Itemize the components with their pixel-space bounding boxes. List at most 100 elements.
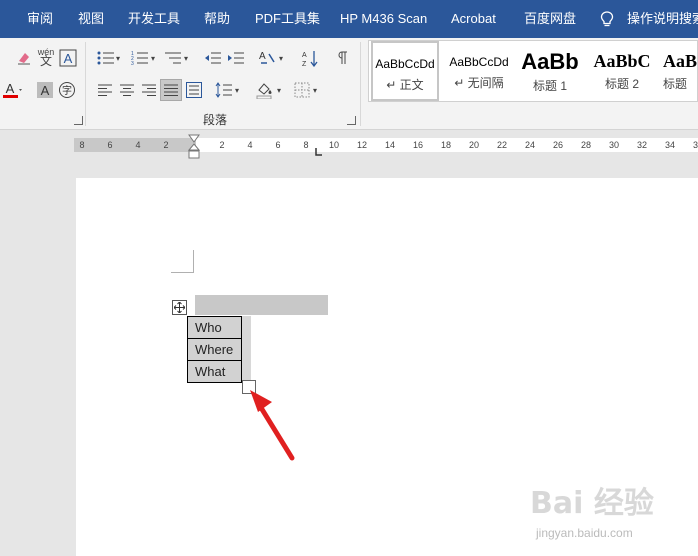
style-name: ↵ 正文 — [386, 78, 424, 92]
group-separator — [85, 42, 86, 126]
line-spacing-icon[interactable] — [214, 80, 234, 100]
align-right-icon[interactable] — [139, 80, 159, 100]
selection-shade-side — [241, 316, 251, 380]
paragraph-dialog-launcher-icon[interactable] — [347, 116, 356, 125]
tab-help[interactable]: 帮助 — [204, 0, 230, 38]
red-arrow-annotation — [250, 390, 295, 461]
style-sample: AaBbCcDd — [449, 55, 509, 69]
ruler-tick-label: 2 — [219, 140, 225, 150]
numbering-dropdown-icon[interactable]: ▾ — [148, 48, 158, 68]
style-heading-2[interactable]: AaBbC 标题 2 — [591, 41, 653, 101]
svg-text:A: A — [302, 52, 307, 59]
multilevel-dropdown-icon[interactable]: ▾ — [181, 48, 191, 68]
style-sample: AaBb — [521, 49, 579, 74]
font-dialog-launcher-icon[interactable] — [74, 116, 83, 125]
phonetic-guide-icon[interactable]: wén 文 — [36, 47, 56, 68]
ruler-tick-label: 28 — [580, 140, 592, 150]
ruler-tick-label: 8 — [79, 140, 85, 150]
align-left-icon[interactable] — [95, 80, 115, 100]
character-shading-icon[interactable]: A — [35, 80, 55, 100]
font-color-icon[interactable]: A — [2, 80, 22, 100]
group-separator — [360, 42, 361, 126]
tab-acrobat[interactable]: Acrobat — [451, 0, 496, 38]
svg-text:A: A — [41, 83, 50, 98]
borders-dropdown-icon[interactable]: ▾ — [310, 80, 320, 100]
style-name: ↵ 无间隔 — [454, 76, 504, 90]
shading-icon[interactable] — [255, 80, 275, 100]
lightbulb-icon — [600, 11, 614, 27]
styles-gallery: AaBbCcDd ↵ 正文 AaBbCcDd ↵ 无间隔 AaBb 标题 1 A… — [368, 40, 698, 102]
sort-icon[interactable]: AZ — [300, 48, 320, 68]
tell-me-search[interactable]: 操作说明搜索 — [627, 0, 698, 38]
tab-review[interactable]: 审阅 — [27, 0, 53, 38]
svg-text:A: A — [259, 51, 266, 62]
ruler-tick-label: 26 — [552, 140, 564, 150]
ruler-tick-label: 24 — [524, 140, 536, 150]
horizontal-ruler-area: 864224681012141618202224262830323436 — [0, 131, 698, 159]
style-name: 标题 1 — [532, 79, 567, 93]
borders-icon[interactable] — [292, 80, 312, 100]
phonetic-guide-char: 文 — [39, 54, 52, 68]
bullets-dropdown-icon[interactable]: ▾ — [113, 48, 123, 68]
svg-text:3: 3 — [131, 61, 134, 66]
align-center-icon[interactable] — [117, 80, 137, 100]
clear-formatting-icon[interactable] — [14, 48, 34, 68]
table-cell[interactable]: Where — [187, 338, 242, 361]
ruler-tick-label: 2 — [163, 140, 169, 150]
indent-marker-icon[interactable] — [188, 134, 200, 160]
table-row: Where — [187, 338, 242, 361]
style-sample: AaBbC — [593, 51, 651, 71]
ruler-tick-label: 8 — [303, 140, 309, 150]
enclose-characters-icon[interactable]: 字 — [57, 80, 77, 100]
tab-baidu-netdisk[interactable]: 百度网盘 — [524, 0, 576, 38]
multilevel-list-icon[interactable] — [163, 48, 183, 68]
line-spacing-dropdown-icon[interactable]: ▾ — [232, 80, 242, 100]
svg-text:字: 字 — [62, 84, 72, 97]
distributed-icon[interactable] — [184, 80, 204, 100]
table-cell[interactable]: Who — [187, 316, 242, 339]
style-sample: AaBbCcDd — [375, 57, 435, 71]
character-border-icon[interactable]: A — [58, 48, 78, 68]
ruler-tick-label: 36 — [692, 140, 698, 150]
show-formatting-marks-icon[interactable] — [333, 48, 353, 68]
table-cell[interactable]: What — [187, 360, 242, 383]
ruler-tick-label: 22 — [496, 140, 508, 150]
shading-dropdown-icon[interactable]: ▾ — [274, 80, 284, 100]
table-row: Who — [187, 316, 242, 339]
style-heading-1[interactable]: AaBb 标题 1 — [519, 41, 581, 101]
tab-developer[interactable]: 开发工具 — [128, 0, 180, 38]
ribbon-home: wén 文 A A A 字 ▾ 123 ▾ ▾ A ▾ AZ ▾ ▾ ▾ 段落 … — [0, 38, 698, 130]
ruler-tick-label: 6 — [275, 140, 281, 150]
decrease-indent-icon[interactable] — [203, 48, 223, 68]
chinese-layout-dropdown-icon[interactable]: ▾ — [276, 48, 286, 68]
svg-text:A: A — [6, 81, 15, 96]
tab-stop-icon[interactable] — [315, 148, 323, 156]
watermark-url: jingyan.baidu.com — [536, 526, 633, 540]
ruler-tick-label: 6 — [107, 140, 113, 150]
chinese-layout-icon[interactable]: A — [257, 48, 277, 68]
table-row: What — [187, 360, 242, 383]
ruler-tick-label: 20 — [468, 140, 480, 150]
style-sample: AaB — [663, 51, 698, 71]
ruler-tick-label: 30 — [608, 140, 620, 150]
justify-icon[interactable] — [160, 79, 182, 101]
selection-shade-top — [195, 295, 328, 315]
ruler-tick-label: 12 — [356, 140, 368, 150]
increase-indent-icon[interactable] — [226, 48, 246, 68]
style-normal[interactable]: AaBbCcDd ↵ 正文 — [371, 41, 439, 101]
ruler-tick-label: 32 — [636, 140, 648, 150]
table-move-handle-icon[interactable] — [172, 300, 187, 315]
ruler-tick-label: 10 — [328, 140, 340, 150]
ruler-tick-label: 4 — [247, 140, 253, 150]
style-title[interactable]: AaB 标题 — [663, 41, 698, 101]
document-table[interactable]: Who Where What — [187, 316, 242, 383]
margin-corner-mark — [171, 250, 194, 273]
ruler-tick-label: 18 — [440, 140, 452, 150]
paragraph-group-label: 段落 — [203, 113, 228, 127]
svg-text:Z: Z — [302, 61, 307, 67]
numbering-icon[interactable]: 123 — [130, 48, 150, 68]
tab-view[interactable]: 视图 — [78, 0, 104, 38]
tab-hp-scan[interactable]: HP M436 Scan — [340, 0, 427, 38]
tab-pdf-tools[interactable]: PDF工具集 — [255, 0, 320, 38]
style-no-spacing[interactable]: AaBbCcDd ↵ 无间隔 — [443, 41, 515, 101]
